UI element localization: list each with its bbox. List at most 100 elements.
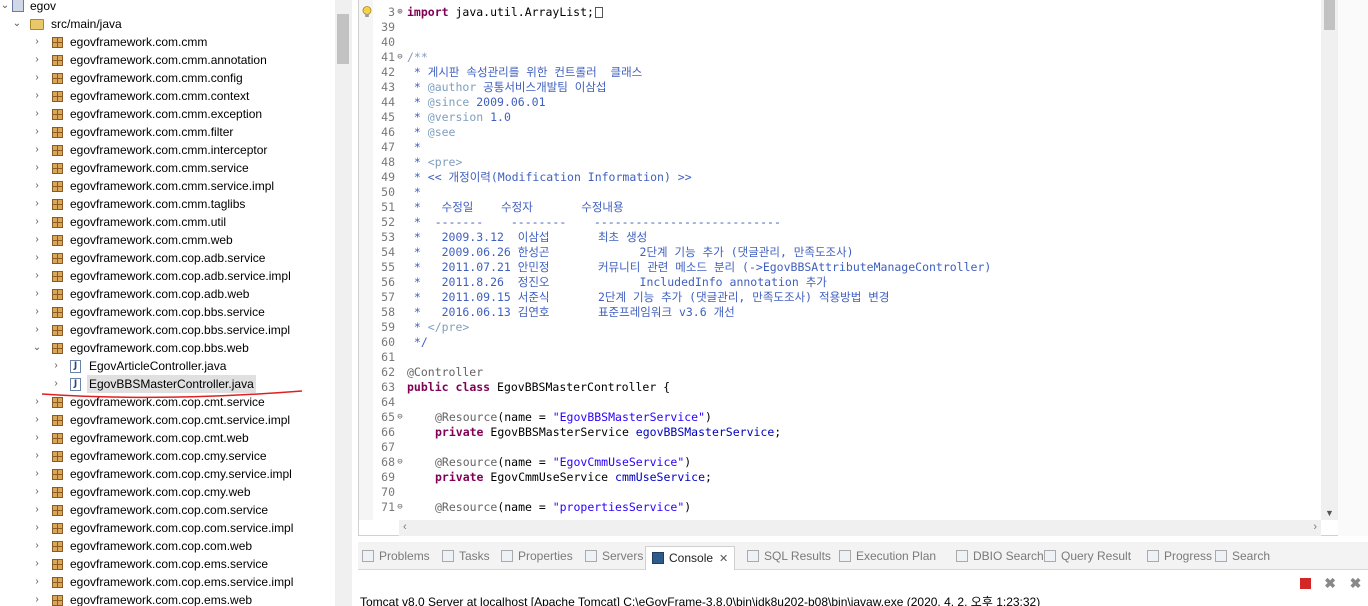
code-area[interactable]: 3 ⊕ import java.util.ArrayList; 39 40 41 ⊖/** 4… <box>373 0 1335 520</box>
code-line[interactable]: 69 private EgovCmmUseService cmmUseServic… <box>373 470 1335 485</box>
collapsed-chevron-icon[interactable]: › <box>32 69 42 87</box>
collapse-fold-icon[interactable]: ⊖ <box>395 50 405 65</box>
code-line[interactable]: 64 <box>373 395 1335 410</box>
code-line[interactable]: 49 * << 개정이력(Modification Information) >… <box>373 170 1335 185</box>
code-line[interactable]: 56 * 2011.8.26 정진오 IncludedInfo annotati… <box>373 275 1335 290</box>
code-line[interactable]: 68 ⊖ @Resource(name = "EgovCmmUseService") <box>373 455 1335 470</box>
code-line[interactable]: 50 * <box>373 185 1335 200</box>
code-line[interactable]: 54 * 2009.06.26 한성곤 2단계 기능 추가 (댓글관리, 만족도… <box>373 245 1335 260</box>
tab-console[interactable]: Console ✕ <box>645 546 736 570</box>
code-line[interactable]: 65 ⊖ @Resource(name = "EgovBBSMasterServic… <box>373 410 1335 425</box>
tab-problems[interactable]: Problems <box>362 548 430 566</box>
tab-properties[interactable]: Properties <box>501 548 573 566</box>
expanded-chevron-icon[interactable]: ⌄ <box>32 339 42 357</box>
collapsed-chevron-icon[interactable]: › <box>32 231 42 249</box>
collapsed-chevron-icon[interactable]: › <box>32 105 42 123</box>
code-line[interactable]: 62 @Controller <box>373 365 1335 380</box>
collapsed-chevron-icon[interactable]: › <box>32 249 42 267</box>
code-line[interactable]: 41 ⊖/** <box>373 50 1335 65</box>
collapsed-chevron-icon[interactable]: › <box>32 483 42 501</box>
code-line[interactable]: 58 * 2016.06.13 김연호 표준프레임워크 v3.6 개선 <box>373 305 1335 320</box>
scroll-right-arrow-icon[interactable]: › <box>1313 521 1317 533</box>
collapsed-chevron-icon[interactable]: › <box>32 519 42 537</box>
code-line[interactable]: 40 <box>373 35 1335 50</box>
editor-vertical-scrollbar[interactable]: ▼ <box>1321 0 1338 520</box>
collapsed-chevron-icon[interactable]: › <box>32 267 42 285</box>
code-line[interactable]: 46 * @see <box>373 125 1335 140</box>
collapsed-chevron-icon[interactable]: › <box>32 51 42 69</box>
scroll-left-arrow-icon[interactable]: ‹ <box>403 521 407 533</box>
warning-lightbulb-icon[interactable] <box>362 6 373 18</box>
collapsed-chevron-icon[interactable]: › <box>32 177 42 195</box>
collapsed-chevron-icon[interactable]: › <box>32 285 42 303</box>
expanded-chevron-icon[interactable]: ⌄ <box>12 15 22 33</box>
collapsed-chevron-icon[interactable]: › <box>32 87 42 105</box>
tab-progress[interactable]: Progress <box>1147 548 1212 566</box>
remove-launch-icon[interactable]: ✖ <box>1324 576 1337 590</box>
remove-all-launches-icon[interactable]: ✖ <box>1349 576 1362 590</box>
collapsed-chevron-icon[interactable]: › <box>32 465 42 483</box>
tab-tasks[interactable]: Tasks <box>442 548 490 566</box>
collapse-fold-icon[interactable]: ⊖ <box>395 500 405 515</box>
code-line[interactable]: 55 * 2011.07.21 안민정 커뮤니티 관련 메소드 분리 (->Eg… <box>373 260 1335 275</box>
collapsed-chevron-icon[interactable]: › <box>32 321 42 339</box>
code-line[interactable]: 39 <box>373 20 1335 35</box>
collapsed-chevron-icon[interactable]: › <box>32 573 42 591</box>
collapsed-chevron-icon[interactable]: › <box>32 213 42 231</box>
editor-horizontal-scrollbar[interactable]: ‹ › <box>399 520 1321 536</box>
code-line[interactable]: 51 * 수정일 수정자 수정내용 <box>373 200 1335 215</box>
code-line[interactable]: 63 public class EgovBBSMasterController { <box>373 380 1335 395</box>
scroll-down-arrow-icon[interactable]: ▼ <box>1321 508 1338 518</box>
tab-servers[interactable]: Servers <box>585 548 643 566</box>
code-line[interactable]: 61 <box>373 350 1335 365</box>
terminate-icon[interactable] <box>1300 578 1312 590</box>
collapsed-chevron-icon[interactable]: › <box>32 501 42 519</box>
code-line[interactable]: 59 * </pre> <box>373 320 1335 335</box>
collapsed-chevron-icon[interactable]: › <box>32 591 42 606</box>
collapsed-chevron-icon[interactable]: › <box>32 555 42 573</box>
collapsed-chevron-icon[interactable]: › <box>32 33 42 51</box>
code-line[interactable]: 66 private EgovBBSMasterService egovBBSMa… <box>373 425 1335 440</box>
collapsed-chevron-icon[interactable]: › <box>32 159 42 177</box>
collapsed-chevron-icon[interactable]: › <box>32 429 42 447</box>
code-line[interactable]: 53 * 2009.3.12 이삼섭 최초 생성 <box>373 230 1335 245</box>
code-line[interactable]: 3 ⊕ import java.util.ArrayList; <box>373 5 1335 20</box>
collapsed-chevron-icon[interactable]: › <box>32 123 42 141</box>
code-line[interactable]: 43 * @author 공통서비스개발팀 이삼섭 <box>373 80 1335 95</box>
search-icon <box>1215 550 1227 562</box>
close-tab-icon[interactable]: ✕ <box>719 553 728 565</box>
expand-fold-icon[interactable]: ⊕ <box>395 5 405 20</box>
code-line[interactable]: 42 * 게시판 속성관리를 위한 컨트롤러 클래스 <box>373 65 1335 80</box>
code-line[interactable]: 60 */ <box>373 335 1335 350</box>
code-line[interactable]: 52 * ------- -------- ------------------… <box>373 215 1335 230</box>
code-line[interactable]: 71 ⊖ @Resource(name = "propertiesService") <box>373 500 1335 515</box>
collapsed-chevron-icon[interactable]: › <box>32 411 42 429</box>
code-line[interactable]: 67 <box>373 440 1335 455</box>
code-line[interactable]: 44 * @since 2009.06.01 <box>373 95 1335 110</box>
explorer-scrollbar[interactable] <box>335 0 352 606</box>
java-editor[interactable]: 3 ⊕ import java.util.ArrayList; 39 40 41 ⊖/** 4… <box>358 0 1368 536</box>
explorer-scroll-thumb[interactable] <box>337 14 349 64</box>
collapsed-chevron-icon[interactable]: › <box>32 303 42 321</box>
code-line[interactable]: 57 * 2011.09.15 서준식 2단계 기능 추가 (댓글관리, 만족도… <box>373 290 1335 305</box>
code-line[interactable]: 47 * <box>373 140 1335 155</box>
code-line[interactable]: 48 * <pre> <box>373 155 1335 170</box>
line-number: 53 <box>381 230 395 244</box>
tab-query-result[interactable]: Query Result <box>1044 548 1131 566</box>
code-line[interactable]: 70 <box>373 485 1335 500</box>
tab-dbio-search[interactable]: DBIO Search <box>956 548 1044 566</box>
collapse-fold-icon[interactable]: ⊖ <box>395 410 405 425</box>
code-token: @author <box>427 80 477 94</box>
code-line[interactable]: 45 * @version 1.0 <box>373 110 1335 125</box>
collapsed-chevron-icon[interactable]: › <box>32 195 42 213</box>
tab-execution-plan[interactable]: Execution Plan <box>839 548 936 566</box>
collapsed-chevron-icon[interactable]: › <box>32 537 42 555</box>
collapse-fold-icon[interactable]: ⊖ <box>395 455 405 470</box>
expanded-chevron-icon[interactable]: ⌄ <box>0 0 10 15</box>
collapsed-chevron-icon[interactable]: › <box>51 357 61 375</box>
collapsed-chevron-icon[interactable]: › <box>32 447 42 465</box>
tab-search[interactable]: Search <box>1215 548 1270 566</box>
editor-scroll-thumb[interactable] <box>1324 0 1335 30</box>
collapsed-chevron-icon[interactable]: › <box>32 141 42 159</box>
tab-sql-results[interactable]: SQL Results <box>747 548 831 566</box>
